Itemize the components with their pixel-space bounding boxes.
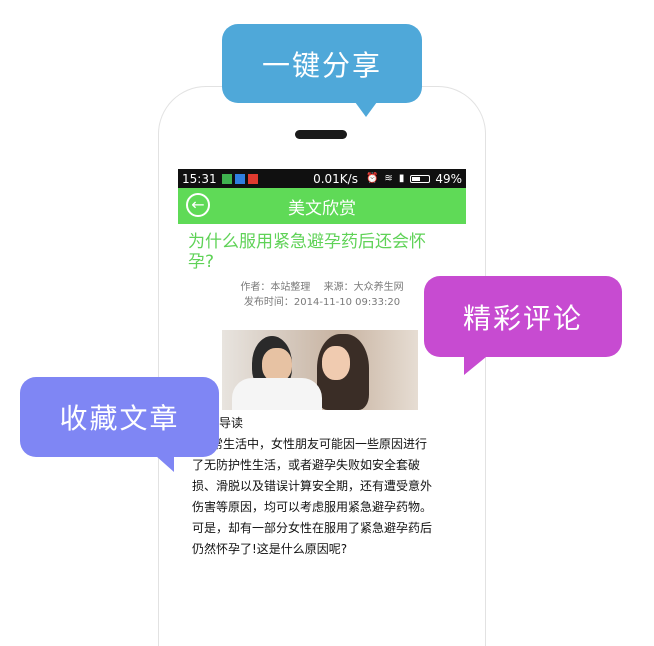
- page-title: 美文欣赏: [288, 198, 356, 219]
- wifi-icon: ≋: [384, 173, 393, 184]
- article-published: 发布时间：2014-11-10 09:33:20: [243, 297, 401, 308]
- comment-callout-label: 精彩评论: [462, 301, 583, 335]
- section-heading: 导读: [219, 416, 244, 430]
- back-button[interactable]: ←: [186, 193, 210, 217]
- body-line: 常生活中，女性朋友可能因一些原因进行: [211, 437, 428, 451]
- article-title-line: 孕?: [188, 252, 215, 272]
- status-bar: 15:31 0.01K/s ⏰ ≋ ▮ 49%: [178, 169, 466, 188]
- comment-callout: 精彩评论: [424, 276, 622, 375]
- notification-app-icon: [234, 173, 245, 184]
- back-arrow-icon: ←: [191, 195, 205, 214]
- favorite-callout: 收藏文章: [20, 377, 219, 472]
- battery-level: 49%: [435, 171, 462, 186]
- phone-speaker: [295, 130, 347, 139]
- body-line: 仍然怀孕了!这是什么原因呢?: [192, 542, 348, 556]
- signal-icon: ▮: [398, 173, 405, 184]
- article-image: [222, 330, 418, 410]
- article-meta: 作者：本站整理 来源：大众养生网 发布时间：2014-11-10 09:33:2…: [178, 280, 466, 310]
- share-callout: 一键分享: [222, 24, 422, 117]
- body-line: 可是，却有一部分女性在服用了紧急避孕药后: [192, 521, 433, 535]
- article-author: 作者：本站整理: [240, 282, 311, 293]
- phone-screen: 15:31 0.01K/s ⏰ ≋ ▮ 49% ← 美文欣赏 为什么服用紧急避孕…: [178, 169, 466, 639]
- article-source: 来源：大众养生网: [323, 282, 404, 293]
- body-line: 了无防护性生活，或者避孕失败如安全套破: [192, 458, 421, 472]
- article-title: 为什么服用紧急避孕药后还会怀 孕?: [188, 232, 458, 272]
- network-speed: 0.01K/s: [313, 171, 358, 186]
- article-body: 常生活中，女性朋友可能因一些原因进行 了无防护性生活，或者避孕失败如安全套破 损…: [192, 434, 458, 560]
- notification-app-icon: [221, 173, 232, 184]
- favorite-callout-label: 收藏文章: [59, 402, 180, 435]
- top-bar: ← 美文欣赏: [178, 188, 466, 224]
- battery-icon: [410, 174, 431, 183]
- body-line: 损、滑脱以及错误计算安全期，还有遭受意外: [192, 479, 433, 493]
- notification-app-icon: [247, 173, 258, 184]
- share-callout-label: 一键分享: [261, 48, 382, 82]
- body-line: 伤害等原因，均可以考虑服用紧急避孕药物。: [192, 500, 433, 514]
- article-title-line: 为什么服用紧急避孕药后还会怀: [188, 232, 426, 252]
- alarm-icon: ⏰: [365, 173, 379, 184]
- status-time: 15:31: [182, 171, 217, 186]
